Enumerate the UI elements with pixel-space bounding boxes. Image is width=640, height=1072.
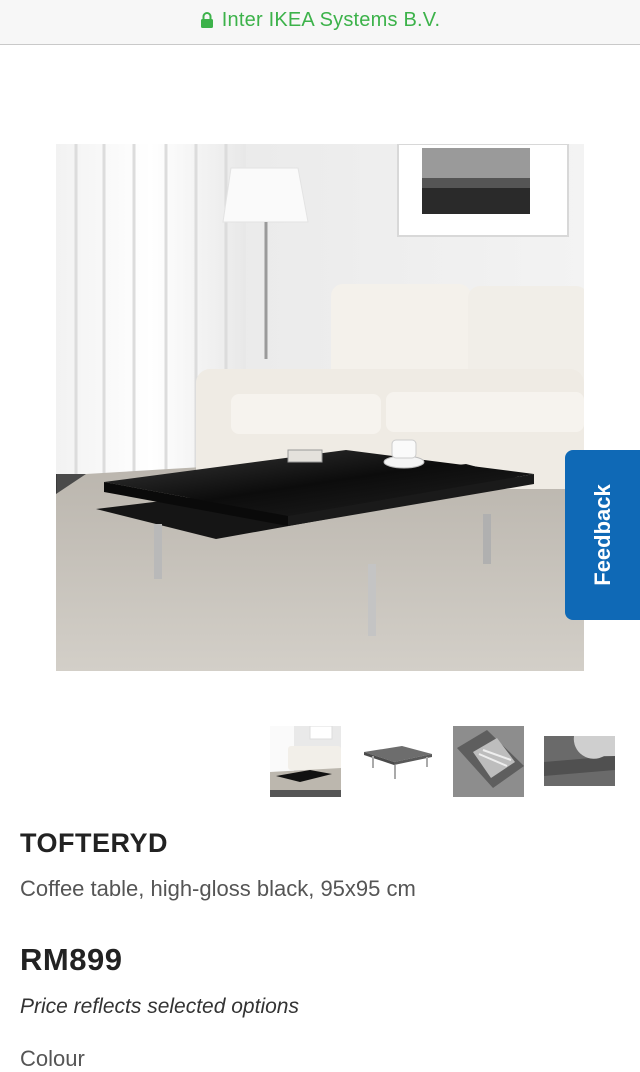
- thumbnail-1[interactable]: [270, 726, 341, 797]
- product-description: Coffee table, high-gloss black, 95x95 cm: [20, 876, 416, 901]
- feedback-button[interactable]: Feedback: [565, 450, 640, 620]
- lock-icon: [200, 11, 214, 29]
- site-name: Inter IKEA Systems B.V.: [221, 8, 441, 31]
- product-name: TOFTERYD: [20, 828, 169, 858]
- product-main-image[interactable]: [56, 144, 584, 671]
- url-content: Inter IKEA Systems B.V.: [200, 9, 440, 32]
- price-note: Price reflects selected options: [20, 995, 299, 1018]
- colour-label: Colour: [20, 1046, 85, 1071]
- thumbnail-4[interactable]: [544, 726, 615, 797]
- product-price: RM899: [20, 942, 123, 977]
- browser-url-bar[interactable]: Inter IKEA Systems B.V.: [0, 0, 640, 45]
- feedback-label: Feedback: [589, 484, 615, 586]
- thumbnail-2[interactable]: [362, 726, 433, 797]
- thumbnail-3[interactable]: [453, 726, 524, 797]
